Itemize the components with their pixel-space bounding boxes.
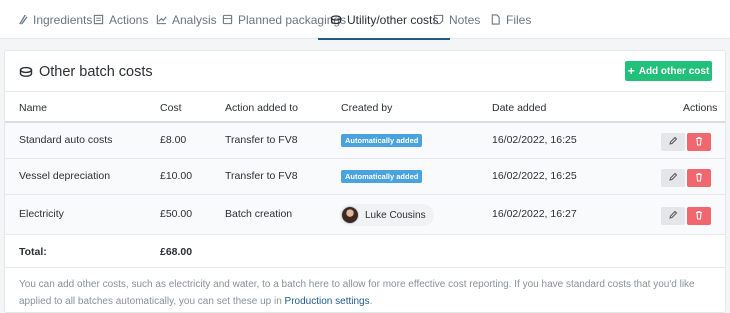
tab-label: Utility/other costs: [347, 12, 439, 27]
pencil-icon: [668, 207, 678, 225]
pencil-icon: [668, 169, 678, 187]
table-row: Standard auto costs £8.00 Transfer to FV…: [5, 123, 725, 159]
cost-name: Electricity: [19, 208, 64, 220]
plus-icon: +: [627, 64, 635, 78]
add-other-cost-button[interactable]: + Add other cost: [625, 61, 712, 81]
tab-label: Files: [506, 12, 532, 27]
tab-label: Ingredients: [33, 12, 93, 27]
cost-value: £50.00: [160, 208, 193, 220]
action-added-to: Transfer to FV8: [225, 134, 298, 146]
edit-button[interactable]: [661, 169, 685, 187]
divider: [5, 91, 725, 92]
cost-value: £10.00: [160, 170, 193, 182]
cost-name: Vessel depreciation: [19, 170, 111, 182]
tab-bar: Ingredients Actions Analysis Planned pac…: [0, 0, 730, 40]
tab-ingredients[interactable]: Ingredients: [16, 0, 92, 39]
cost-name: Standard auto costs: [19, 134, 113, 146]
column-header-cost: Cost: [160, 102, 182, 114]
tab-label: Actions: [109, 12, 149, 27]
tab-notes[interactable]: Notes: [432, 0, 480, 39]
column-header-created-by: Created by: [341, 102, 393, 114]
coins-icon: [19, 65, 33, 79]
date-added: 16/02/2022, 16:25: [492, 170, 577, 182]
column-header-action-added-to: Action added to: [225, 102, 298, 114]
tab-planned-packagings[interactable]: Planned packagings: [221, 0, 346, 39]
table-row: Electricity £50.00 Batch creation Luke C…: [5, 195, 725, 235]
column-header-date-added: Date added: [492, 102, 547, 114]
delete-button[interactable]: [687, 133, 711, 151]
help-note-end: .: [369, 296, 373, 307]
note-icon: [432, 14, 444, 26]
tab-label: Notes: [449, 12, 481, 27]
action-added-to: Batch creation: [225, 208, 293, 220]
file-icon: [489, 14, 501, 26]
edit-button[interactable]: [661, 133, 685, 151]
card-title-text: Other batch costs: [39, 64, 153, 80]
delete-button[interactable]: [687, 169, 711, 187]
document-icon: [92, 14, 104, 26]
add-other-cost-label: Add other cost: [638, 65, 710, 77]
card-title: Other batch costs: [19, 64, 153, 80]
tab-files[interactable]: Files: [489, 0, 531, 39]
coins-icon: [330, 14, 342, 26]
package-icon: [221, 14, 233, 26]
date-added: 16/02/2022, 16:27: [492, 208, 577, 220]
column-header-actions: Actions: [683, 102, 718, 114]
chart-icon: [155, 14, 167, 26]
avatar: [341, 206, 359, 224]
trash-icon: [694, 169, 704, 187]
action-added-to: Transfer to FV8: [225, 170, 298, 182]
tab-utility-other-costs[interactable]: Utility/other costs: [317, 0, 451, 40]
tab-label: Analysis: [172, 12, 217, 27]
tab-actions[interactable]: Actions: [92, 0, 148, 39]
automatically-added-badge: Automatically added: [341, 134, 423, 147]
pencil-icon: [668, 133, 678, 151]
delete-button[interactable]: [687, 207, 711, 225]
trash-icon: [694, 133, 704, 151]
user-name: Luke Cousins: [365, 209, 426, 221]
production-settings-link[interactable]: Production settings: [285, 296, 370, 307]
other-batch-costs-card: Other batch costs + Add other cost Name …: [4, 50, 726, 313]
help-note: You can add other costs, such as electri…: [19, 276, 719, 310]
cost-value: £8.00: [160, 134, 187, 146]
table-row: Vessel depreciation £10.00 Transfer to F…: [5, 159, 725, 195]
edit-button[interactable]: [661, 207, 685, 225]
user-chip[interactable]: Luke Cousins: [339, 204, 434, 226]
total-label: Total:: [19, 246, 47, 258]
column-header-name: Name: [19, 102, 48, 114]
date-added: 16/02/2022, 16:25: [492, 134, 577, 146]
trash-icon: [694, 207, 704, 225]
total-value: £68.00: [160, 246, 193, 258]
automatically-added-badge: Automatically added: [341, 170, 423, 183]
flask-icon: [16, 14, 28, 26]
total-row: Total: £68.00: [5, 235, 725, 268]
tab-analysis[interactable]: Analysis: [155, 0, 217, 39]
